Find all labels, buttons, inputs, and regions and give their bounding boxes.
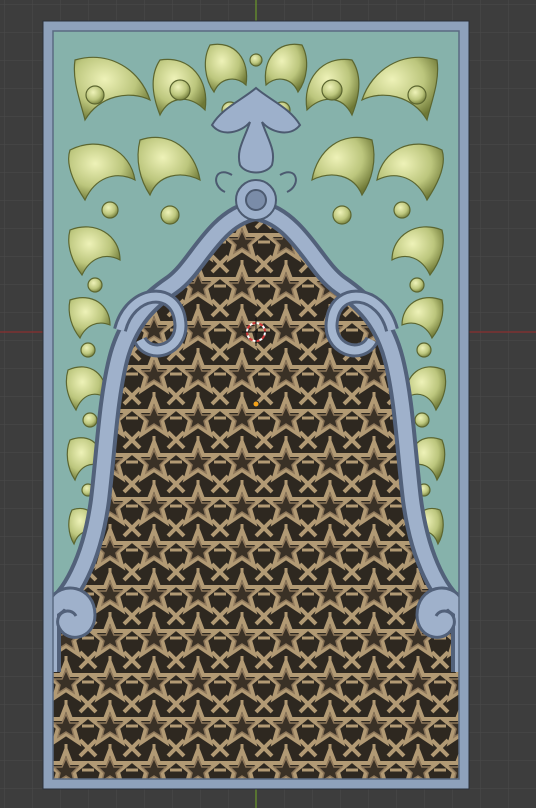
object-origin-icon [252, 400, 260, 408]
carved-panel[interactable] [0, 0, 536, 808]
3d-viewport[interactable] [0, 0, 536, 808]
